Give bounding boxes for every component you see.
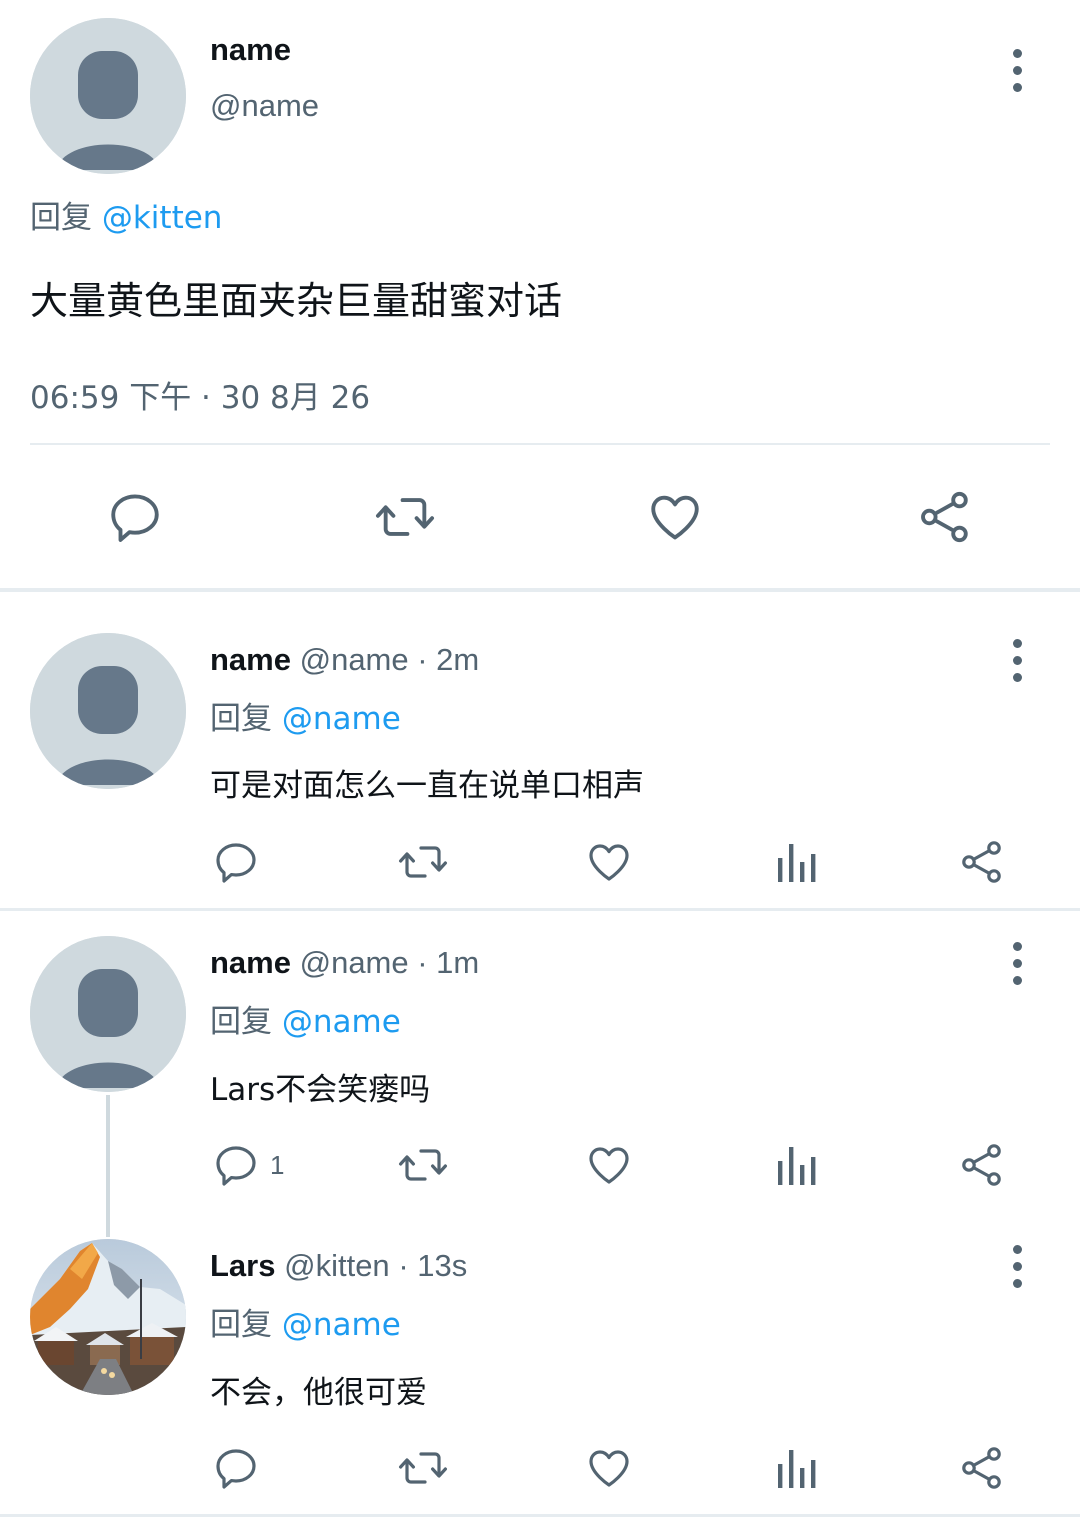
share-icon[interactable] [958, 1444, 1006, 1492]
more-options-icon[interactable] [997, 1236, 1037, 1296]
author-handle[interactable]: @name [210, 88, 319, 124]
reply-avatar[interactable] [30, 936, 186, 1092]
section-divider [0, 908, 1080, 911]
reply-author-handle[interactable]: @name [300, 642, 409, 677]
reply-prefix: 回复 [210, 1004, 272, 1040]
section-divider [0, 588, 1080, 592]
reply-time: · 13s [398, 1248, 468, 1283]
divider [30, 443, 1050, 445]
reply-author-handle[interactable]: @name [300, 945, 409, 980]
reply-context: 回复 @kitten [30, 192, 222, 237]
reply-prefix: 回复 [30, 200, 92, 236]
reply-mention-link[interactable]: @name [282, 1004, 401, 1040]
reply-author-name[interactable]: name [210, 642, 291, 677]
reply-prefix: 回复 [210, 701, 272, 737]
tweet-timestamp[interactable]: 06:59 下午 · 30 8月 26 [30, 372, 370, 417]
analytics-icon[interactable] [774, 1141, 818, 1189]
reply-time: · 2m [417, 642, 480, 677]
reply-header: Lars @kitten · 13s [210, 1248, 467, 1284]
share-icon[interactable] [958, 838, 1006, 886]
section-divider [0, 1514, 1080, 1517]
reply-context: 回复 @name [210, 996, 401, 1041]
reply-time: · 1m [417, 945, 480, 980]
reply-icon[interactable] [212, 838, 260, 886]
retweet-icon[interactable] [396, 1141, 450, 1189]
default-avatar-icon [30, 936, 186, 1092]
like-icon[interactable] [584, 838, 634, 886]
reply-avatar[interactable] [30, 633, 186, 789]
reply-mention-link[interactable]: @kitten [102, 200, 223, 236]
reply-mention-link[interactable]: @name [282, 701, 401, 737]
lars-avatar[interactable] [30, 1239, 186, 1395]
reply-header: name @name · 1m [210, 945, 479, 981]
reply-text: 不会，他很可爱 [210, 1375, 427, 1411]
like-icon[interactable] [645, 488, 705, 546]
mountain-village-photo [30, 1239, 186, 1395]
retweet-icon[interactable] [396, 1444, 450, 1492]
reply-text: Lars不会笑瘘吗 [210, 1072, 431, 1108]
share-icon[interactable] [958, 1141, 1006, 1189]
reply-author-name[interactable]: name [210, 945, 291, 980]
reply-context: 回复 @name [210, 1299, 401, 1344]
reply-icon[interactable]: 1 [212, 1141, 284, 1189]
reply-mention-link[interactable]: @name [282, 1307, 401, 1343]
reply-context: 回复 @name [210, 693, 401, 738]
author-avatar[interactable] [30, 18, 186, 174]
reply-header: name @name · 2m [210, 642, 479, 678]
analytics-icon[interactable] [774, 1444, 818, 1492]
more-options-icon[interactable] [997, 933, 1037, 993]
retweet-icon[interactable] [372, 488, 438, 546]
retweet-icon[interactable] [396, 838, 450, 886]
default-avatar-icon [30, 18, 186, 174]
more-options-icon[interactable] [997, 630, 1037, 690]
reply-prefix: 回复 [210, 1307, 272, 1343]
like-icon[interactable] [584, 1444, 634, 1492]
author-name[interactable]: name [210, 32, 291, 68]
reply-author-handle[interactable]: @kitten [284, 1248, 390, 1283]
thread-connector-line [106, 1095, 110, 1237]
reply-icon[interactable] [212, 1444, 260, 1492]
reply-icon[interactable] [106, 488, 164, 546]
like-icon[interactable] [584, 1141, 634, 1189]
share-icon[interactable] [916, 488, 974, 546]
tweet-text: 大量黄色里面夹杂巨量甜蜜对话 [30, 279, 563, 323]
analytics-icon[interactable] [774, 838, 818, 886]
default-avatar-icon [30, 633, 186, 789]
more-options-icon[interactable] [997, 40, 1037, 100]
reply-text: 可是对面怎么一直在说单口相声 [210, 768, 644, 804]
reply-count: 1 [270, 1149, 285, 1180]
reply-author-name[interactable]: Lars [210, 1248, 275, 1283]
